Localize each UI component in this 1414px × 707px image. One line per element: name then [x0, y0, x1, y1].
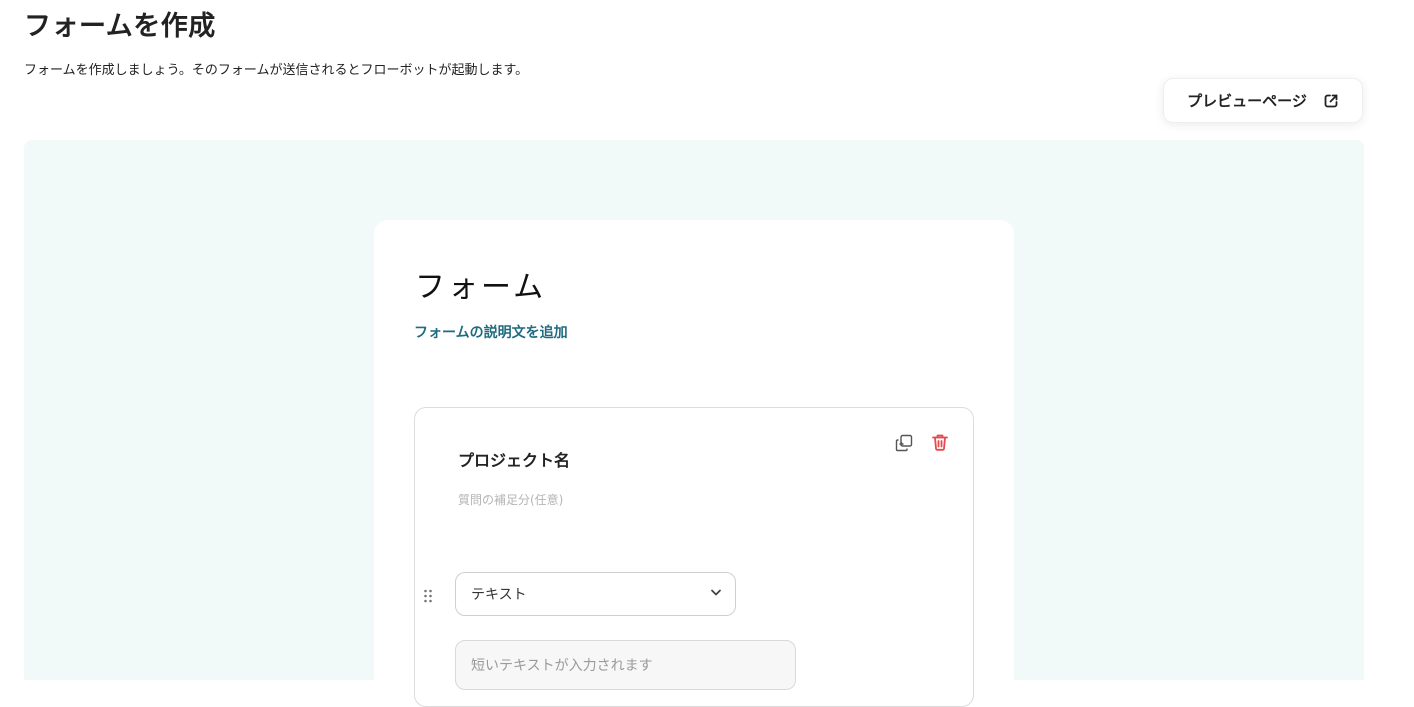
chevron-down-icon	[709, 585, 723, 603]
question-type-value: テキスト	[471, 587, 527, 603]
add-form-description-link[interactable]: フォームの説明文を追加	[414, 322, 568, 342]
form-title[interactable]: フォーム	[415, 262, 546, 306]
drag-handle-icon[interactable]	[423, 588, 433, 604]
form-card: フォーム フォームの説明文を追加 プロジェクト名 質問の補足分(任意) テキスト…	[374, 220, 1014, 707]
external-link-icon	[1323, 93, 1339, 109]
preview-page-label: プレビューページ	[1187, 92, 1307, 110]
question-type-select[interactable]: テキスト	[455, 572, 736, 616]
question-help-field[interactable]: 質問の補足分(任意)	[458, 491, 563, 508]
question-card: プロジェクト名 質問の補足分(任意) テキスト 短いテキストが入力されます	[414, 407, 974, 707]
question-title[interactable]: プロジェクト名	[458, 447, 570, 471]
page-description: フォームを作成しましょう。そのフォームが送信されるとフローボットが起動します。	[24, 63, 529, 78]
preview-page-button[interactable]: プレビューページ	[1163, 78, 1363, 123]
answer-preview-field: 短いテキストが入力されます	[455, 640, 796, 690]
page-title: フォームを作成	[24, 11, 216, 42]
trash-icon[interactable]	[930, 432, 950, 452]
copy-icon[interactable]	[894, 433, 914, 453]
